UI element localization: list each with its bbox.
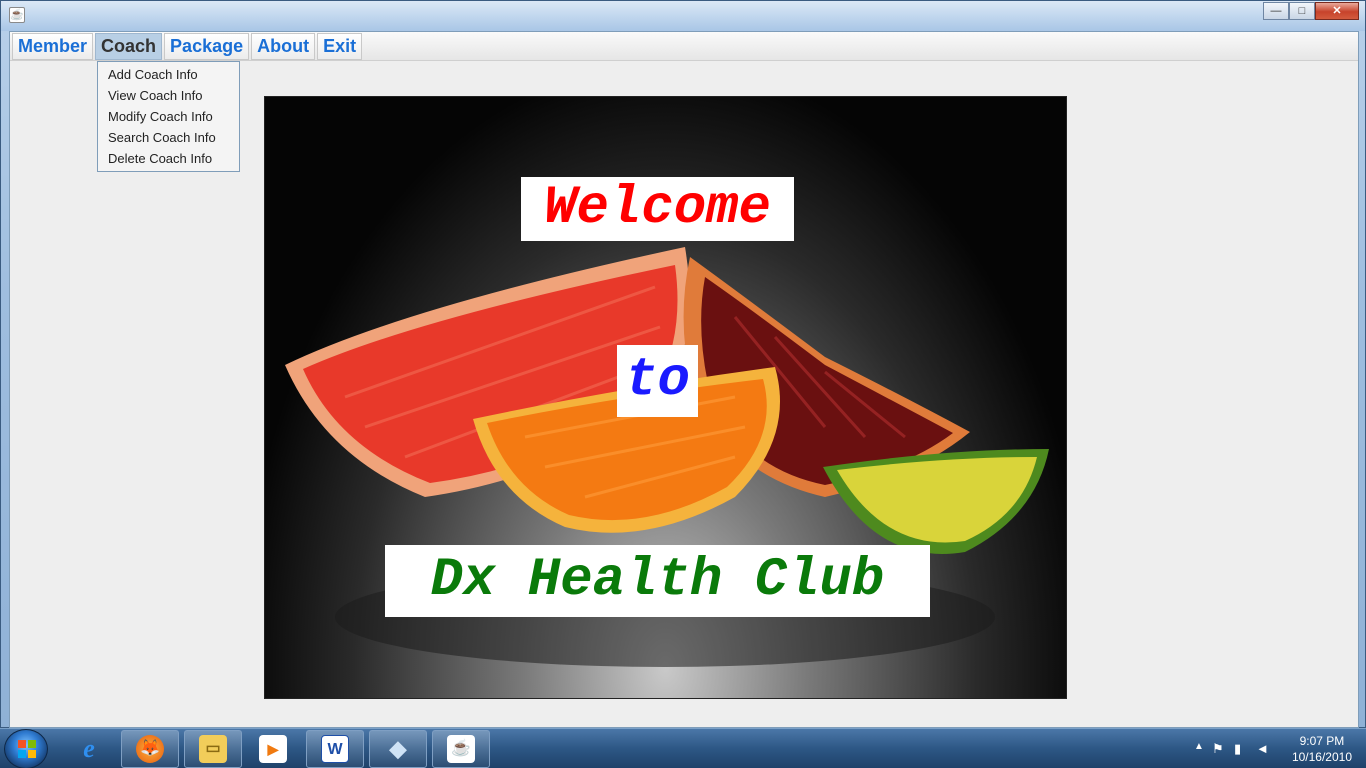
network-icon[interactable]: ▮ <box>1234 741 1241 757</box>
java-icon: ☕ <box>447 735 475 763</box>
to-word: to <box>625 350 690 411</box>
menu-member[interactable]: Member <box>12 33 94 60</box>
window-controls: — □ ✕ <box>1263 2 1359 20</box>
app-window: ☕ — □ ✕ Member Coach Package About Exit … <box>0 0 1366 728</box>
title-bar[interactable]: ☕ — □ ✕ <box>1 1 1365 31</box>
close-button[interactable]: ✕ <box>1315 2 1359 20</box>
menu-bar: Member Coach Package About Exit <box>10 32 1358 61</box>
taskbar: e 🦊 ▭ ▶ W ◆ ☕ ▲ ⚑ ▮ ◄ 9:07 PM 10/16/2010 <box>0 728 1366 768</box>
menu-coach[interactable]: Coach <box>95 33 163 60</box>
internet-explorer-icon: e <box>83 734 95 763</box>
taskbar-word[interactable]: W <box>306 730 364 768</box>
menu-item-delete-coach[interactable]: Delete Coach Info <box>98 148 239 169</box>
minimize-button[interactable]: — <box>1263 2 1289 20</box>
volume-muted-icon[interactable]: ◄ <box>1256 741 1269 756</box>
clock-date: 10/16/2010 <box>1291 750 1352 764</box>
menu-exit[interactable]: Exit <box>317 33 363 60</box>
taskbar-explorer[interactable]: ▭ <box>184 730 242 768</box>
show-hidden-icons-icon[interactable]: ▲ <box>1194 741 1204 752</box>
windows-logo-icon <box>18 740 36 758</box>
welcome-word: Welcome <box>544 178 771 239</box>
menu-about[interactable]: About <box>251 33 316 60</box>
menu-item-add-coach[interactable]: Add Coach Info <box>98 64 239 85</box>
menu-item-view-coach[interactable]: View Coach Info <box>98 85 239 106</box>
to-text: to <box>617 345 698 417</box>
taskbar-firefox[interactable]: 🦊 <box>121 730 179 768</box>
system-clock[interactable]: 9:07 PM 10/16/2010 <box>1292 733 1352 765</box>
folder-icon: ▭ <box>199 735 227 763</box>
java-app-icon[interactable]: ☕ <box>9 7 25 23</box>
clock-time: 9:07 PM <box>1299 734 1345 748</box>
system-tray: ▲ ⚑ ▮ ◄ 9:07 PM 10/16/2010 <box>1186 729 1366 768</box>
club-name: Dx Health Club <box>430 550 885 611</box>
taskbar-media-player[interactable]: ▶ <box>244 730 302 768</box>
media-player-icon: ▶ <box>259 735 287 763</box>
taskbar-java-app[interactable]: ☕ <box>432 730 490 768</box>
coach-dropdown-menu: Add Coach Info View Coach Info Modify Co… <box>97 61 240 172</box>
maximize-button[interactable]: □ <box>1289 2 1315 20</box>
virtualbox-icon: ◆ <box>389 736 407 761</box>
taskbar-virtualbox[interactable]: ◆ <box>369 730 427 768</box>
taskbar-internet-explorer[interactable]: e <box>60 730 118 768</box>
word-icon: W <box>321 735 349 763</box>
menu-item-search-coach[interactable]: Search Coach Info <box>98 127 239 148</box>
firefox-icon: 🦊 <box>136 735 164 763</box>
menu-item-modify-coach[interactable]: Modify Coach Info <box>98 106 239 127</box>
action-center-flag-icon[interactable]: ⚑ <box>1212 741 1224 757</box>
welcome-text: Welcome <box>521 177 794 241</box>
client-area: Member Coach Package About Exit Add Coac… <box>9 31 1359 728</box>
start-button[interactable] <box>4 729 48 768</box>
club-name-text: Dx Health Club <box>385 545 930 617</box>
welcome-banner-image: Welcome to Dx Health Club <box>264 96 1067 699</box>
menu-package[interactable]: Package <box>164 33 250 60</box>
